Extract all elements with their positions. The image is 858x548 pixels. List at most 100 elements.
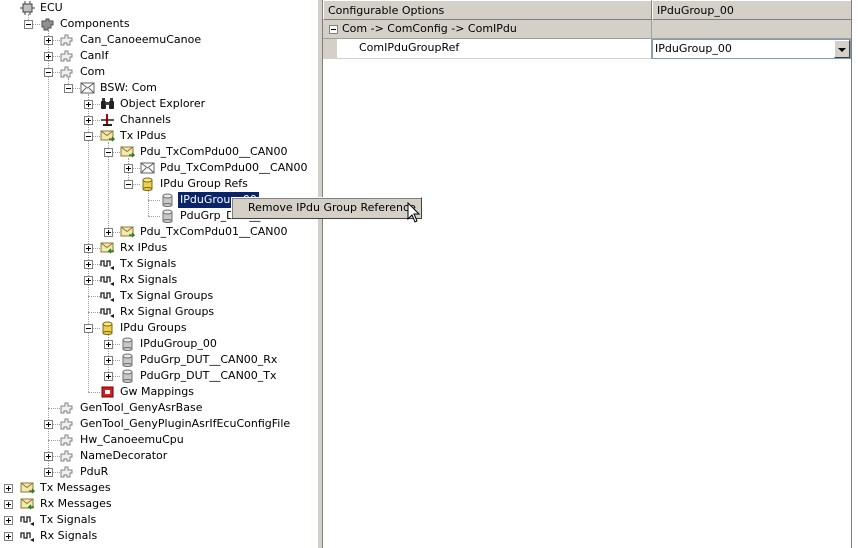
tree-item-label: Gw Mappings: [120, 385, 194, 398]
column-header-options-label: Configurable Options: [328, 4, 445, 17]
tree-item[interactable]: Rx Signals: [0, 272, 317, 288]
property-row[interactable]: ComIPduGroupRef IPduGroup_00: [323, 39, 852, 59]
tree-item[interactable]: Pdu_TxComPdu01__CAN00: [0, 224, 317, 240]
tree-collapse-icon[interactable]: [64, 84, 73, 93]
tree-item[interactable]: Channels: [0, 112, 317, 128]
tree-expand-icon[interactable]: [104, 356, 113, 365]
tree-item[interactable]: Rx Signals: [0, 528, 317, 544]
tree-expand-icon[interactable]: [44, 452, 53, 461]
cylinder-yellow-icon: [140, 177, 155, 191]
tree-expand-icon[interactable]: [4, 516, 13, 525]
tree-item[interactable]: ECU: [0, 0, 317, 16]
column-header-options[interactable]: Configurable Options: [323, 0, 652, 20]
tree-item[interactable]: Com: [0, 64, 317, 80]
tree-expand-icon[interactable]: [104, 228, 113, 237]
tree-expand-icon[interactable]: [104, 372, 113, 381]
tree-collapse-icon[interactable]: [124, 180, 133, 189]
module-puzzle-icon: [60, 401, 75, 415]
tree-collapse-icon[interactable]: [24, 20, 33, 29]
tree-item[interactable]: CanIf: [0, 48, 317, 64]
tree-collapse-icon[interactable]: [84, 324, 93, 333]
column-header-value[interactable]: IPduGroup_00: [652, 0, 852, 20]
tree-item[interactable]: Tx Signals: [0, 512, 317, 528]
tree-item-label: Pdu_TxComPdu01__CAN00: [140, 225, 288, 238]
tree-item-label: PduGrp_DUT__CAN00_Tx: [140, 369, 277, 382]
tree-item[interactable]: GenTool_GenyPluginAsrIfEcuConfigFile: [0, 416, 317, 432]
tree-item-label: Pdu_TxComPdu00__CAN00: [160, 161, 308, 174]
tree-item-label: Channels: [120, 113, 171, 126]
signal-icon: [100, 273, 115, 287]
tx-envelope-icon: [100, 129, 116, 143]
category-collapse-icon[interactable]: [329, 25, 338, 34]
tree-item[interactable]: Can_CanoeemuCanoe: [0, 32, 317, 48]
tree-expand-icon[interactable]: [4, 484, 13, 493]
tree-item[interactable]: Pdu_TxComPdu00__CAN00: [0, 160, 317, 176]
tree-item[interactable]: NameDecorator: [0, 448, 317, 464]
tree-item[interactable]: Tx Signal Groups: [0, 288, 317, 304]
tree-expand-icon[interactable]: [84, 100, 93, 109]
grid-right-border: [851, 0, 852, 548]
category-label: Com -> ComConfig -> ComIPdu: [342, 22, 517, 35]
tree-item-label: NameDecorator: [80, 449, 168, 462]
tree-item[interactable]: Rx IPdus: [0, 240, 317, 256]
tree-item-label: Tx Messages: [40, 481, 111, 494]
category-row[interactable]: Com -> ComConfig -> ComIPdu: [323, 20, 852, 39]
tree-expand-icon[interactable]: [84, 276, 93, 285]
tree-expand-icon[interactable]: [4, 500, 13, 509]
tree-expand-icon[interactable]: [124, 164, 133, 173]
property-value-dropdown[interactable]: IPduGroup_00: [652, 39, 851, 59]
signal-icon: [100, 257, 115, 271]
tree-expand-icon[interactable]: [84, 260, 93, 269]
tree-expand-icon[interactable]: [84, 244, 93, 253]
tree-item[interactable]: Tx IPdus: [0, 128, 317, 144]
tree-item-label: GenTool_GenyPluginAsrIfEcuConfigFile: [80, 417, 291, 430]
tree-item-label: Can_CanoeemuCanoe: [80, 33, 202, 46]
cylinder-gray-icon: [120, 353, 135, 367]
tree-item[interactable]: Tx Signals: [0, 256, 317, 272]
tree-item[interactable]: Object Explorer: [0, 96, 317, 112]
tree-item[interactable]: PduGrp_DUT__CAN00_Tx: [0, 368, 317, 384]
tree-item[interactable]: BSW: Com: [0, 80, 317, 96]
tree-expand-icon[interactable]: [44, 468, 53, 477]
tree-expand-icon[interactable]: [4, 532, 13, 541]
tree-expand-icon[interactable]: [44, 52, 53, 61]
module-puzzle-icon: [60, 433, 75, 447]
signal-icon: [100, 305, 115, 319]
component-tree[interactable]: ECU Components Can_CanoeemuCanoe CanIf Com BS…: [0, 0, 317, 548]
tree-expand-icon[interactable]: [44, 420, 53, 429]
tree-collapse-icon[interactable]: [84, 132, 93, 141]
tree-expand-icon[interactable]: [104, 340, 113, 349]
tree-item-label: Com: [80, 65, 106, 78]
tree-collapse-icon[interactable]: [44, 68, 53, 77]
tree-item-label: PduGrp_DUT__CAN00_Rx: [140, 353, 278, 366]
tree-item[interactable]: Components: [0, 16, 317, 32]
tree-item-label: ECU: [40, 1, 63, 14]
tree-item[interactable]: IPdu Group Refs: [0, 176, 317, 192]
tree-item[interactable]: IPduGroup_00: [0, 336, 317, 352]
menu-item-remove-ipdu-group-reference[interactable]: Remove IPdu Group Reference: [234, 200, 419, 216]
binoculars-icon: [100, 97, 115, 111]
tree-item-label: Rx Signals: [120, 273, 178, 286]
tree-expand-icon[interactable]: [44, 36, 53, 45]
tree-item[interactable]: Rx Messages: [0, 496, 317, 512]
tree-item[interactable]: Hw_CanoeemuCpu: [0, 432, 317, 448]
tree-item[interactable]: Tx Messages: [0, 480, 317, 496]
tree-item[interactable]: PduGrp_DUT__CAN00_Rx: [0, 352, 317, 368]
tree-item-label: Tx Signals: [120, 257, 177, 270]
tree-collapse-icon[interactable]: [104, 148, 113, 157]
cylinder-gray-icon: [120, 337, 135, 351]
tree-item[interactable]: Pdu_TxComPdu00__CAN00: [0, 144, 317, 160]
tree-item[interactable]: Rx Signal Groups: [0, 304, 317, 320]
chevron-down-icon[interactable]: [834, 40, 850, 58]
tree-item[interactable]: PduR: [0, 464, 317, 480]
cylinder-gray-icon: [120, 369, 135, 383]
signal-icon: [20, 529, 35, 543]
tree-expand-icon[interactable]: [84, 116, 93, 125]
components-puzzle-icon: [40, 17, 55, 31]
tx-envelope-icon: [120, 225, 136, 239]
channel-icon: [100, 113, 115, 127]
tree-item[interactable]: IPdu Groups: [0, 320, 317, 336]
tree-item[interactable]: Gw Mappings: [0, 384, 317, 400]
tree-item-label: IPdu Group Refs: [160, 177, 248, 190]
tree-item[interactable]: GenTool_GenyAsrBase: [0, 400, 317, 416]
